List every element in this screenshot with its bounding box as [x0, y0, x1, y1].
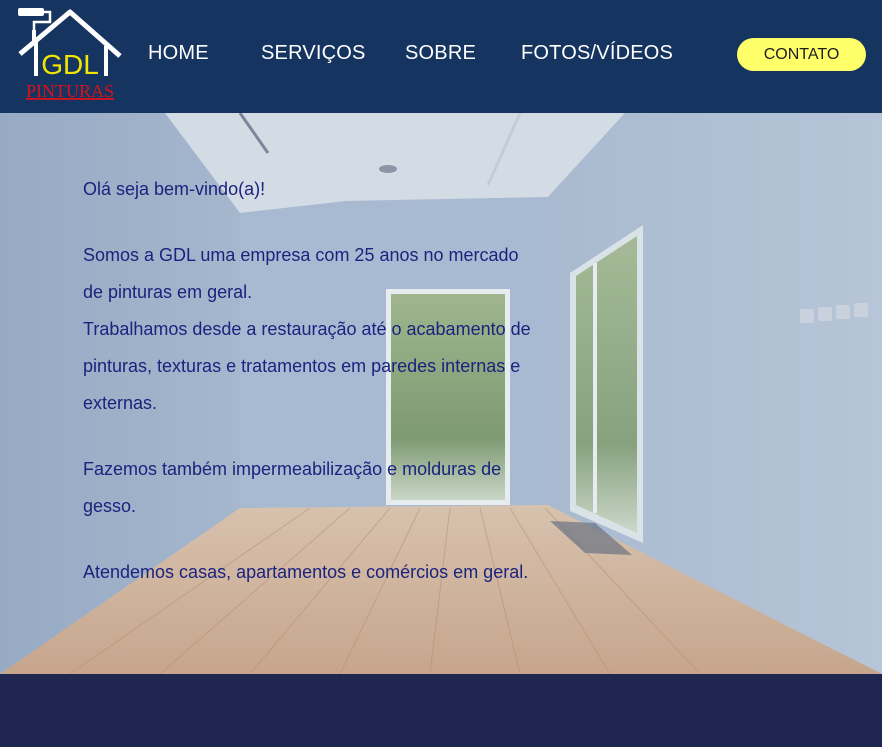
- nav-fotos-videos[interactable]: FOTOS/VÍDEOS: [521, 42, 673, 65]
- nav-home[interactable]: HOME: [148, 42, 209, 65]
- main-nav: HOME SERVIÇOS SOBRE FOTOS/VÍDEOS: [0, 0, 700, 113]
- site-header: GDL PINTURAS HOME SERVIÇOS SOBRE FOTOS/V…: [0, 0, 882, 113]
- contact-button[interactable]: CONTATO: [737, 38, 866, 71]
- greeting-text: Olá seja bem-vindo(a)!: [83, 179, 266, 199]
- clients-paragraph: Atendemos casas, apartamentos e comércio…: [83, 562, 529, 582]
- about-paragraph-2: Trabalhamos desde a restauração até o ac…: [83, 319, 531, 413]
- footer-band: [0, 674, 882, 747]
- hero-intro-text: Olá seja bem-vindo(a)! Somos a GDL uma e…: [83, 171, 543, 591]
- nav-servicos[interactable]: SERVIÇOS: [261, 42, 366, 65]
- services-paragraph: Fazemos também impermeabilização e moldu…: [83, 459, 502, 516]
- hero-section: Olá seja bem-vindo(a)! Somos a GDL uma e…: [0, 113, 882, 674]
- nav-sobre[interactable]: SOBRE: [405, 42, 476, 65]
- about-paragraph-1: Somos a GDL uma empresa com 25 anos no m…: [83, 245, 519, 302]
